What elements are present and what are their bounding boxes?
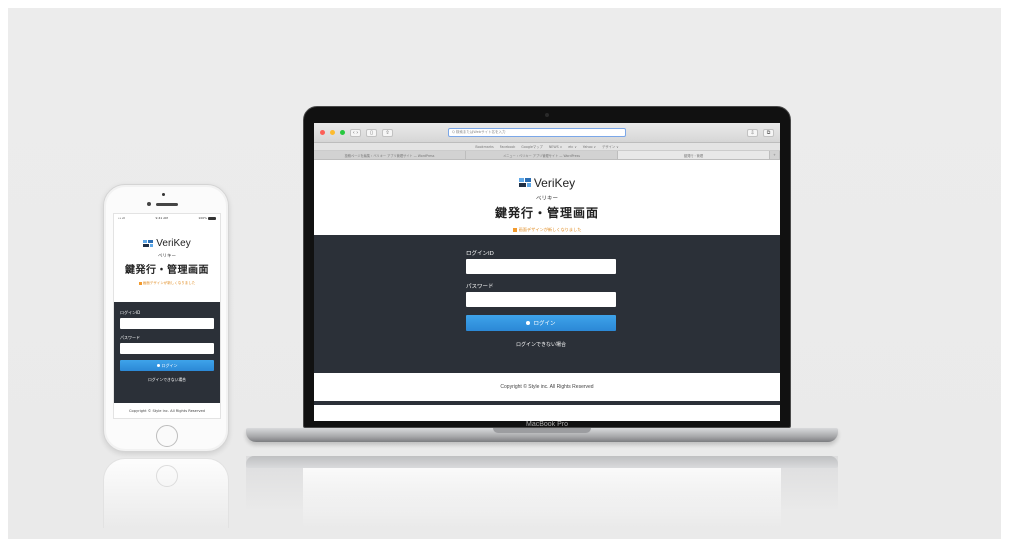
- bookmark-item[interactable]: NEWS ∨: [549, 145, 562, 149]
- close-window-icon[interactable]: [320, 130, 325, 135]
- laptop-base: [246, 428, 838, 442]
- footer-bar: [314, 401, 780, 405]
- password-input[interactable]: [120, 343, 214, 354]
- login-button-label: ログイン: [161, 362, 178, 368]
- bookmarks-bar: Bookmarks Facebook Googleマップ NEWS ∨ etc …: [314, 143, 780, 151]
- showcase-background: •••ll 9:41 AM 100% VeriKey ベリキー 鍵発行・管理画面: [8, 8, 1001, 539]
- laptop-mockup: ‹ › ▯ ⇧ Q 検索またはWebサイト名を入力 ⇩ ⧉ Bookmarks …: [303, 106, 791, 428]
- brand-name: VeriKey: [156, 238, 191, 249]
- update-notice[interactable]: 画面デザインが新しくなりました: [114, 281, 220, 286]
- login-id-input[interactable]: [466, 259, 616, 274]
- page-title: 鍵発行・管理画面: [494, 205, 599, 220]
- phone-screen: •••ll 9:41 AM 100% VeriKey ベリキー 鍵発行・管理画面: [113, 213, 221, 419]
- phone-login-form: ログインID パスワード ログイン ログインできない場合: [114, 302, 220, 403]
- browser-tab[interactable]: 投稿ページを編集 ‹ ベリキー アプリ管理サイト — WordPress: [314, 151, 466, 159]
- brand-name: VeriKey: [533, 175, 576, 190]
- phone-speaker: [156, 203, 178, 206]
- password-label: パスワード: [466, 284, 494, 290]
- brand-logo: VeriKey: [518, 175, 576, 190]
- sidebar-toggle-icon[interactable]: ▯: [366, 128, 377, 137]
- phone-sensor: [162, 193, 165, 196]
- password-input[interactable]: [466, 292, 616, 307]
- status-time: 9:41 AM: [155, 216, 168, 220]
- bookmark-item[interactable]: Facebook: [500, 145, 516, 149]
- login-button[interactable]: ログイン: [466, 315, 616, 331]
- phone-footer-copyright: Copyright © Style inc. All Rights Reserv…: [129, 409, 205, 413]
- back-forward-button[interactable]: ‹ ›: [350, 128, 361, 137]
- browser-tab-active[interactable]: 鍵発行・管理: [618, 151, 770, 159]
- bookmark-item[interactable]: Googleマップ: [521, 144, 543, 149]
- tabs-overview-icon[interactable]: ⧉: [763, 128, 774, 137]
- address-bar[interactable]: Q 検索またはWebサイト名を入力: [448, 128, 626, 137]
- new-tab-button[interactable]: +: [770, 151, 780, 159]
- notice-icon: [138, 282, 142, 285]
- login-form: ログインID パスワード ログイン ログインできない場合: [314, 235, 780, 373]
- update-notice[interactable]: 画面デザインが新しくなりました: [314, 227, 780, 233]
- laptop-camera-icon: [545, 113, 549, 117]
- password-label: パスワード: [120, 335, 140, 340]
- login-button-label: ログイン: [533, 321, 556, 327]
- signin-icon: [156, 364, 160, 367]
- update-notice-text: 画面デザインが新しくなりました: [518, 226, 582, 232]
- laptop-model-label: MacBook Pro: [525, 421, 569, 428]
- phone-status-bar: •••ll 9:41 AM 100%: [114, 214, 220, 222]
- page-title: 鍵発行・管理画面: [125, 265, 209, 276]
- page-header: VeriKey ベリキー 鍵発行・管理画面 画面デザインが新しくなりました: [314, 160, 780, 235]
- phone-reflection: [103, 458, 229, 528]
- browser-toolbar: ‹ › ▯ ⇧ Q 検索またはWebサイト名を入力 ⇩ ⧉: [314, 123, 780, 143]
- brand-logo: VeriKey: [143, 238, 191, 249]
- home-button[interactable]: [156, 425, 178, 447]
- login-id-label: ログインID: [466, 251, 494, 257]
- browser-tab[interactable]: メニュー ‹ ベリキー アプリ管理サイト — WordPress: [466, 151, 618, 159]
- minimize-window-icon[interactable]: [330, 130, 335, 135]
- cannot-login-link[interactable]: ログインできない場合: [120, 377, 214, 383]
- phone-camera-icon: [147, 202, 151, 206]
- bookmark-item[interactable]: etc ∨: [568, 145, 577, 149]
- battery-icon: [208, 216, 216, 220]
- laptop-reflection: [246, 456, 838, 536]
- login-id-input[interactable]: [120, 318, 214, 329]
- brand-kana: ベリキー: [158, 254, 176, 259]
- downloads-icon[interactable]: ⇩: [747, 128, 758, 137]
- verikey-logo-icon: [143, 240, 154, 247]
- footer-copyright: Copyright © Style inc. All Rights Reserv…: [500, 384, 594, 390]
- update-notice-text: 画面デザインが新しくなりました: [142, 281, 196, 285]
- brand-kana: ベリキー: [535, 195, 558, 202]
- maximize-window-icon[interactable]: [340, 130, 345, 135]
- cannot-login-link[interactable]: ログインできない場合: [466, 341, 616, 348]
- bookmark-item[interactable]: デザイン ∨: [602, 144, 619, 149]
- signin-icon: [526, 321, 531, 325]
- battery-percent: 100%: [198, 216, 207, 220]
- login-button[interactable]: ログイン: [120, 360, 214, 371]
- verikey-logo-icon: [518, 178, 531, 187]
- notice-icon: [512, 227, 517, 232]
- laptop-notch: [493, 428, 591, 433]
- smartphone-mockup: •••ll 9:41 AM 100% VeriKey ベリキー 鍵発行・管理画面: [103, 184, 229, 452]
- phone-page-header: VeriKey ベリキー 鍵発行・管理画面 画面デザインが新しくなりました: [114, 222, 220, 302]
- bookmark-item[interactable]: Yahoo ∨: [583, 145, 596, 149]
- bookmark-item[interactable]: Bookmarks: [475, 145, 493, 149]
- laptop-screen: ‹ › ▯ ⇧ Q 検索またはWebサイト名を入力 ⇩ ⧉ Bookmarks …: [314, 123, 780, 421]
- login-id-label: ログインID: [120, 310, 141, 315]
- browser-tab-bar: 投稿ページを編集 ‹ ベリキー アプリ管理サイト — WordPress メニュ…: [314, 151, 780, 160]
- share-icon[interactable]: ⇧: [382, 128, 393, 137]
- carrier-signal: •••ll: [118, 216, 125, 220]
